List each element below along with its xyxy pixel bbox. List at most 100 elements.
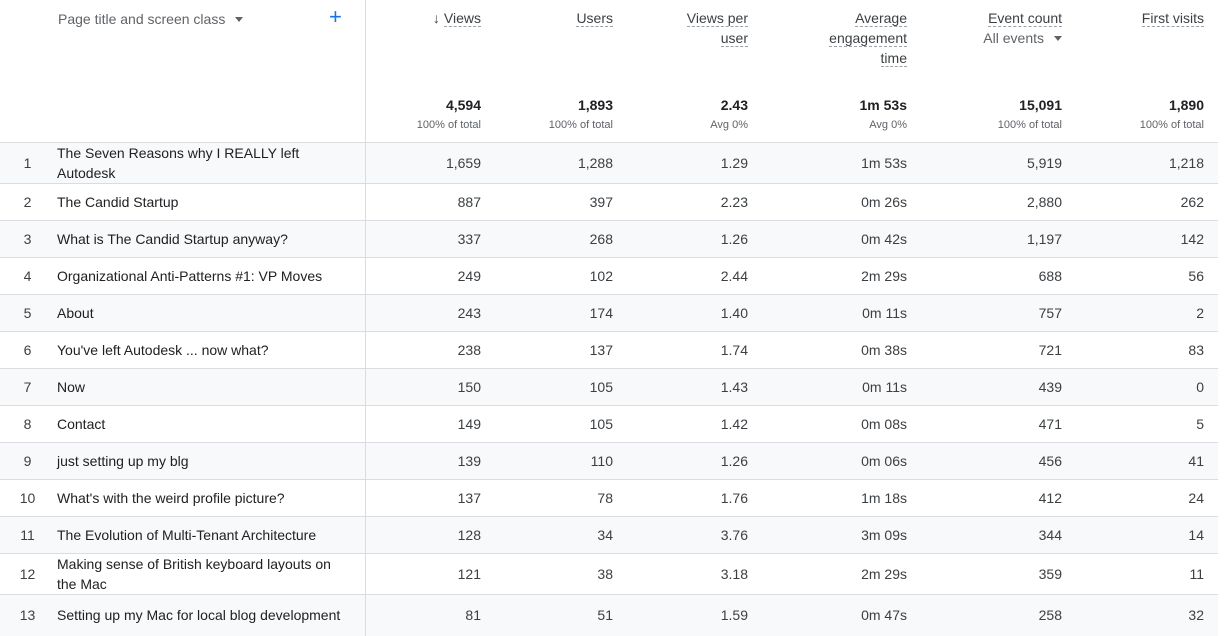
- dimension-select[interactable]: Page title and screen class: [58, 11, 244, 27]
- row-index: 12: [19, 566, 36, 582]
- table-row[interactable]: 1 The Seven Reasons why I REALLY left Aut…: [0, 142, 1218, 184]
- page-title-cell[interactable]: The Evolution of Multi-Tenant Architectu…: [45, 517, 365, 554]
- table-row[interactable]: 8 Contact 149 105 1.42 0m 08s 471 5: [0, 405, 1218, 443]
- total-cell: 4,594 100% of total: [364, 92, 495, 143]
- metric-cell-users: 34: [597, 527, 613, 543]
- metric-cell-views: 243: [364, 294, 495, 332]
- metric-cell-views: 249: [364, 257, 495, 295]
- column-header-views[interactable]: ↓ Views: [364, 0, 495, 92]
- metric-cell-users: 397: [589, 194, 613, 210]
- table-row[interactable]: 4 Organizational Anti-Patterns #1: VP Mov…: [0, 257, 1218, 295]
- total-cell: 1,893 100% of total: [548, 97, 613, 131]
- table-row[interactable]: 3 What is The Candid Startup anyway? 337 26…: [0, 220, 1218, 258]
- metric-cell-vpu: 1.42: [720, 416, 748, 432]
- totals-row: 4,594 100% of total 1,893 100% of total 2.…: [0, 92, 1218, 143]
- event-filter-select[interactable]: All events: [921, 28, 1062, 48]
- page-title-cell[interactable]: Now: [45, 369, 365, 406]
- row-index: 11: [20, 527, 35, 543]
- metric-cell-views: 81: [364, 594, 495, 636]
- metric-cell-eng: 0m 08s: [861, 416, 907, 432]
- metric-cell-vpu: 2.23: [720, 194, 748, 210]
- metric-cell-views: 149: [364, 405, 495, 443]
- metric-cell-vpu: 1.26: [720, 231, 748, 247]
- metric-cell-eng: 3m 09s: [861, 527, 907, 543]
- metric-cell-first: 5: [1196, 416, 1204, 432]
- column-header-users[interactable]: Users: [495, 0, 627, 92]
- metric-cell-eng: 0m 38s: [861, 342, 907, 358]
- page-title-cell[interactable]: The Candid Startup: [45, 184, 365, 221]
- report-table: Page title and screen class + ↓ Views Use…: [0, 0, 1218, 636]
- row-index: 1: [23, 155, 32, 171]
- metric-cell-first: 83: [1188, 342, 1204, 358]
- metric-cell-views: 887: [364, 183, 495, 221]
- metric-cell-users: 102: [589, 268, 613, 284]
- metric-cell-evt: 439: [1038, 379, 1062, 395]
- column-header-views-per-user[interactable]: Views per user: [627, 0, 762, 92]
- metric-cell-users: 105: [589, 416, 613, 432]
- column-header-event-count[interactable]: Event count All events: [921, 0, 1076, 92]
- metric-cell-first: 56: [1188, 268, 1204, 284]
- total-cell: 1,890 100% of total: [1139, 97, 1204, 131]
- metric-cell-users: 38: [597, 566, 613, 582]
- metric-cell-eng: 2m 29s: [861, 566, 907, 582]
- table-row[interactable]: 9 just setting up my blg 139 110 1.26 0m 06s 4…: [0, 442, 1218, 480]
- metric-cell-eng: 1m 18s: [861, 490, 907, 506]
- page-title-cell[interactable]: What is The Candid Startup anyway?: [45, 221, 365, 258]
- metric-cell-views: 1,659: [364, 142, 495, 184]
- metric-cell-users: 137: [589, 342, 613, 358]
- metric-cell-first: 14: [1188, 527, 1204, 543]
- metric-cell-users: 268: [589, 231, 613, 247]
- page-title-cell[interactable]: About: [45, 295, 365, 332]
- page-title-cell[interactable]: The Seven Reasons why I REALLY left Auto…: [45, 143, 365, 184]
- page-title-cell[interactable]: Making sense of British keyboard layouts…: [45, 554, 365, 595]
- metric-cell-eng: 0m 42s: [861, 231, 907, 247]
- metric-cell-evt: 688: [1038, 268, 1062, 284]
- metric-cell-first: 2: [1196, 305, 1204, 321]
- dimension-label: Page title and screen class: [58, 11, 226, 27]
- metric-cell-users: 78: [597, 490, 613, 506]
- table-row[interactable]: 2 The Candid Startup 887 397 2.23 0m 26s 2,880…: [0, 183, 1218, 221]
- total-cell: 15,091 100% of total: [997, 97, 1062, 131]
- metric-cell-users: 51: [597, 607, 613, 624]
- table-row[interactable]: 10 What's with the weird profile picture?…: [0, 479, 1218, 517]
- column-header-first-visits[interactable]: First visits: [1076, 0, 1218, 92]
- metric-cell-users: 1,288: [577, 155, 613, 171]
- metric-cell-evt: 344: [1038, 527, 1062, 543]
- page-title-cell[interactable]: You've left Autodesk ... now what?: [45, 332, 365, 369]
- dimension-header: Page title and screen class +: [0, 0, 365, 92]
- row-index: 3: [23, 231, 32, 247]
- row-index: 5: [23, 305, 32, 321]
- metric-cell-eng: 0m 06s: [861, 453, 907, 469]
- metric-cell-evt: 757: [1038, 305, 1062, 321]
- metric-cell-users: 110: [590, 453, 613, 469]
- metric-cell-vpu: 1.59: [720, 607, 748, 624]
- table-row[interactable]: 5 About 243 174 1.40 0m 11s 757 2: [0, 294, 1218, 332]
- metric-cell-vpu: 1.26: [720, 453, 748, 469]
- page-title-cell[interactable]: just setting up my blg: [45, 443, 365, 480]
- metric-cell-views: 337: [364, 220, 495, 258]
- row-index: 9: [23, 453, 32, 469]
- row-index: 7: [23, 379, 32, 395]
- table-row[interactable]: 7 Now 150 105 1.43 0m 11s 439 0: [0, 368, 1218, 406]
- column-header-avg-engagement[interactable]: Average engagement time: [762, 0, 921, 92]
- metric-cell-first: 262: [1180, 194, 1204, 210]
- metric-cell-eng: 2m 29s: [861, 268, 907, 284]
- metric-cell-users: 105: [589, 379, 613, 395]
- metric-cell-eng: 0m 11s: [862, 379, 907, 395]
- table-row[interactable]: 6 You've left Autodesk ... now what? 238 13…: [0, 331, 1218, 369]
- page-title-cell[interactable]: Setting up my Mac for local blog develop…: [45, 595, 365, 636]
- row-index: 8: [23, 416, 32, 432]
- add-dimension-button[interactable]: +: [329, 5, 342, 29]
- table-row[interactable]: 11 The Evolution of Multi-Tenant Architec…: [0, 516, 1218, 554]
- metric-cell-first: 32: [1188, 607, 1204, 624]
- totals-label-cell: [0, 92, 365, 143]
- metric-cell-evt: 721: [1038, 342, 1062, 358]
- page-title-cell[interactable]: Organizational Anti-Patterns #1: VP Move…: [45, 258, 365, 295]
- table-row[interactable]: 13 Setting up my Mac for local blog devel…: [0, 594, 1218, 636]
- chevron-down-icon: [1054, 35, 1062, 41]
- table-row[interactable]: 12 Making sense of British keyboard layou…: [0, 553, 1218, 595]
- page-title-cell[interactable]: What's with the weird profile picture?: [45, 480, 365, 517]
- metric-cell-views: 137: [364, 479, 495, 517]
- page-title-cell[interactable]: Contact: [45, 406, 365, 443]
- metric-cell-evt: 2,880: [1026, 194, 1062, 210]
